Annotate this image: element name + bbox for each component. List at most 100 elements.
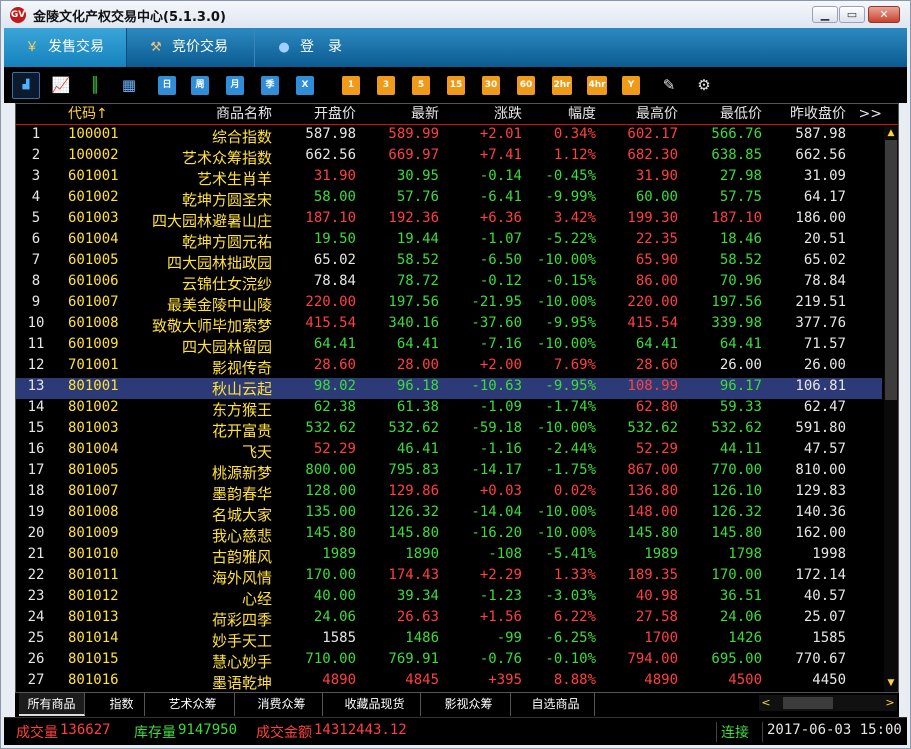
candlestick-icon[interactable]: ║ — [84, 76, 106, 95]
period-1-button[interactable]: 1 — [342, 76, 360, 95]
bottom-tab[interactable]: 所有商品 — [19, 693, 85, 716]
row-change: +6.36 — [479, 210, 522, 226]
tab-sell-trading[interactable]: ￥ 发售交易 — [4, 28, 127, 67]
table-row[interactable]: 4 601002 乾坤方圆圣宋 58.00 57.76 -6.41 -9.99% 60.00 5… — [16, 189, 882, 210]
table-row[interactable]: 3 601001 艺术生肖羊 31.90 30.95 -0.14 -0.45% 31.90 27… — [16, 168, 882, 189]
table-row[interactable]: 23 801012 心经 40.00 39.34 -1.23 -3.03% 40.98 36.5… — [16, 588, 882, 609]
row-last: 30.95 — [396, 168, 439, 184]
table-row[interactable]: 24 801013 荷彩四季 24.06 26.63 +1.56 6.22% 27.58 24.… — [16, 609, 882, 630]
col-code[interactable]: 代码↑ — [68, 104, 108, 124]
table-row[interactable]: 21 801010 古韵雅风 1989 1890 -108 -5.41% 1989 1798 19… — [16, 546, 882, 567]
maximize-button[interactable]: ▭ — [839, 6, 865, 23]
table-row[interactable]: 15 801003 花开富贵 532.62 532.62 -59.18 -10.00% 532… — [16, 420, 882, 441]
row-name: 综合指数 — [211, 128, 272, 146]
period-15-button[interactable]: 15 — [447, 76, 465, 95]
bottom-tab[interactable]: 收藏品现货 — [329, 693, 421, 716]
table-row[interactable]: 20 801009 我心慈悲 145.80 145.80 -16.20 -10.00% 145… — [16, 525, 882, 546]
col-prev-close[interactable]: 昨收盘价 — [790, 104, 846, 124]
col-name[interactable]: 商品名称 — [216, 104, 272, 124]
col-low[interactable]: 最低价 — [720, 104, 762, 124]
row-open: 128.00 — [305, 483, 356, 499]
period-week-button[interactable]: 周 — [191, 76, 209, 95]
scroll-thumb[interactable] — [885, 140, 897, 400]
line-chart-icon[interactable]: 📈 — [50, 76, 72, 95]
minimize-button[interactable]: ▁ — [812, 6, 838, 23]
row-index: 6 — [31, 231, 41, 247]
table-row[interactable]: 1 100001 综合指数 587.98 589.99 +2.01 0.34% 602.17 5… — [16, 126, 882, 147]
period-60-button[interactable]: 60 — [517, 76, 535, 95]
pencil-icon[interactable]: ✎ — [658, 76, 680, 95]
table-row[interactable]: 27 801016 墨语乾坤 4890 4845 +395 8.88% 4890 4500 445… — [16, 672, 882, 693]
table-row[interactable]: 26 801015 慧心妙手 710.00 769.91 -0.76 -0.10% 794.0… — [16, 651, 882, 672]
period-30-button[interactable]: 30 — [482, 76, 500, 95]
table-row[interactable]: 19 801008 名城大家 135.00 126.32 -14.04 -10.00% 148… — [16, 504, 882, 525]
scroll-left-icon[interactable]: < — [759, 695, 773, 711]
bar-chart-icon[interactable]: ▟ — [12, 72, 40, 99]
table-row[interactable]: 14 801002 东方猴王 62.38 61.38 -1.09 -1.74% 62.80 59… — [16, 399, 882, 420]
period-month-button[interactable]: 月 — [226, 76, 244, 95]
horizontal-scrollbar[interactable]: < > — [759, 695, 897, 711]
bottom-tab[interactable]: 消费众筹 — [241, 693, 323, 716]
period-5-button[interactable]: 5 — [412, 76, 430, 95]
row-name: 海外风情 — [211, 569, 272, 587]
table-row[interactable]: 10 601008 致敬大师毕加索梦 415.54 340.16 -37.60 -9.95%… — [16, 315, 882, 336]
row-last: 126.32 — [388, 504, 439, 520]
row-last: 174.43 — [388, 567, 439, 583]
user-icon: ● — [278, 40, 290, 55]
col-change[interactable]: 涨跌 — [494, 104, 522, 124]
row-change: -108 — [488, 546, 522, 562]
period-4hr-button[interactable]: 4hr — [587, 76, 607, 95]
table-row[interactable]: 2 100002 艺术众筹指数 662.56 669.97 +7.41 1.12% 682.3… — [16, 147, 882, 168]
table-row[interactable]: 13 801001 秋山云起 98.02 96.18 -10.63 -9.95% 108.99… — [16, 378, 882, 399]
table-row[interactable]: 7 601005 四大园林拙政园 65.02 58.52 -6.50 -10.00% 65.9… — [16, 252, 882, 273]
bottom-tab[interactable]: 影视众筹 — [427, 693, 511, 716]
col-last[interactable]: 最新 — [411, 104, 439, 124]
row-percent: 8.88% — [553, 672, 596, 688]
period-3-button[interactable]: 3 — [377, 76, 395, 95]
period-2hr-button[interactable]: 2hr — [552, 76, 572, 95]
gear-icon[interactable]: ⚙ — [693, 76, 715, 95]
bottom-tab[interactable]: 自选商品 — [517, 693, 595, 716]
table-row[interactable]: 22 801011 海外风情 170.00 174.43 +2.29 1.33% 189.35… — [16, 567, 882, 588]
table-row[interactable]: 18 801007 墨韵春华 128.00 129.86 +0.03 0.02% 136.80… — [16, 483, 882, 504]
col-open[interactable]: 开盘价 — [314, 104, 356, 124]
period-quarter-button[interactable]: 季 — [261, 76, 279, 95]
bottom-tab[interactable]: 指数 — [99, 693, 145, 716]
close-button[interactable]: ✕ — [868, 6, 900, 23]
scroll-thumb[interactable] — [783, 697, 833, 709]
row-index: 17 — [27, 462, 45, 478]
col-percent[interactable]: 幅度 — [568, 104, 596, 124]
period-x-button[interactable]: X — [296, 76, 314, 95]
scroll-right-icon[interactable]: > — [883, 695, 897, 711]
row-code: 801001 — [68, 378, 119, 394]
period-year-button[interactable]: Y — [622, 76, 640, 95]
tab-login[interactable]: ● 登 录 — [256, 28, 386, 67]
more-columns-button[interactable]: >> — [859, 104, 882, 124]
table-row[interactable]: 11 601009 四大园林留园 64.41 64.41 -7.16 -10.00% 64.4… — [16, 336, 882, 357]
table-row[interactable]: 25 801014 妙手天工 1585 1486 -99 -6.25% 1700 1426 158… — [16, 630, 882, 651]
bottom-tab[interactable]: 艺术众筹 — [151, 693, 235, 716]
tab-bid-trading[interactable]: ⚒ 竞价交易 — [128, 28, 255, 67]
table-row[interactable]: 5 601003 四大园林避暑山庄 187.10 192.36 +6.36 3.42% 199… — [16, 210, 882, 231]
title-bar[interactable]: GV 金陵文化产权交易中心(5.1.3.0) ▁ ▭ ✕ — [1, 1, 910, 28]
row-last: 769.91 — [388, 651, 439, 667]
vertical-scrollbar[interactable]: ▲ ▼ — [884, 126, 898, 692]
table-row[interactable]: 16 801004 飞天 52.29 46.41 -1.16 -2.44% 52.29 44.1… — [16, 441, 882, 462]
table-row[interactable]: 9 601007 最美金陵中山陵 220.00 197.56 -21.95 -10.00% 2… — [16, 294, 882, 315]
table-row[interactable]: 8 601006 云锦仕女浣纱 78.84 78.72 -0.12 -0.15% 86.00 7… — [16, 273, 882, 294]
row-name: 墨语乾坤 — [211, 674, 272, 692]
table-row[interactable]: 12 701001 影视传奇 28.60 28.00 +2.00 7.69% 28.60 26.… — [16, 357, 882, 378]
calendar-icon[interactable]: ▦ — [118, 76, 140, 95]
period-day-button[interactable]: 日 — [158, 76, 176, 95]
table-row[interactable]: 17 801005 桃源新梦 800.00 795.83 -14.17 -1.75% 867.… — [16, 462, 882, 483]
row-open: 62.38 — [313, 399, 356, 415]
row-code: 801010 — [68, 546, 119, 562]
row-high: 4890 — [644, 672, 678, 688]
row-high: 867.00 — [627, 462, 678, 478]
row-change: -1.09 — [479, 399, 522, 415]
table-row[interactable]: 6 601004 乾坤方圆元祐 19.50 19.44 -1.07 -5.22% 22.35 1… — [16, 231, 882, 252]
scroll-up-icon[interactable]: ▲ — [884, 126, 898, 140]
row-index: 10 — [27, 315, 45, 331]
col-high[interactable]: 最高价 — [636, 104, 678, 124]
scroll-down-icon[interactable]: ▼ — [884, 676, 898, 690]
